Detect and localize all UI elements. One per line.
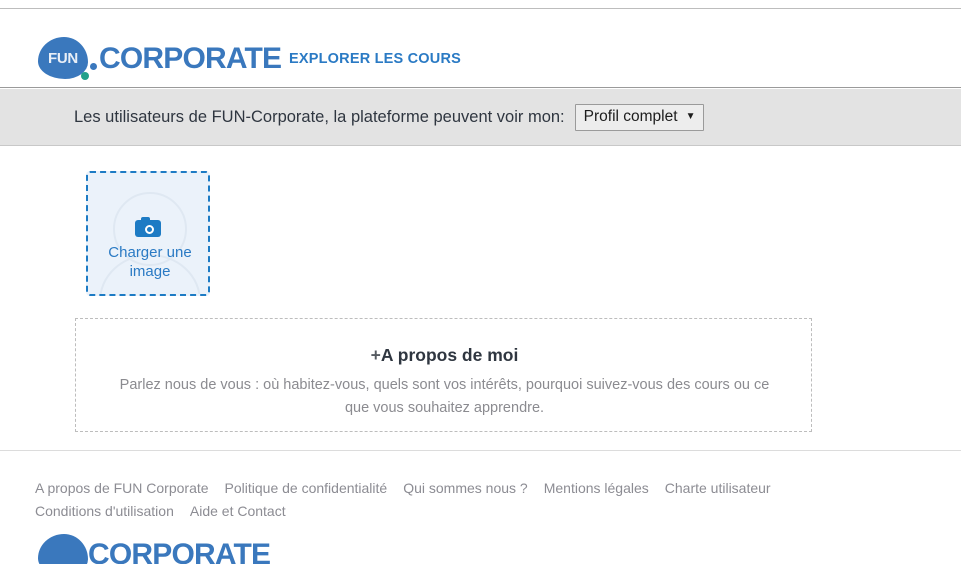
fun-logo-icon: FUN [38, 37, 92, 81]
footer-fun-logo-icon [38, 534, 88, 564]
nav-explore-courses[interactable]: EXPLORER LES COURS [289, 51, 461, 67]
footer-link-help-contact[interactable]: Aide et Contact [190, 502, 286, 521]
visibility-select-value: Profil complet [583, 107, 678, 125]
footer-link-privacy[interactable]: Politique de confidentialité [225, 479, 388, 498]
footer-links: A propos de FUN Corporate Politique de c… [35, 479, 835, 521]
footer-link-terms[interactable]: Conditions d'utilisation [35, 502, 174, 521]
profile-main: Charger une image Ajouter un Pays Ajoute… [0, 147, 961, 450]
footer-link-who-we-are[interactable]: Qui sommes nous ? [403, 479, 528, 498]
about-me-box[interactable]: +A propos de moi Parlez nous de vous : o… [75, 318, 812, 432]
profile-visibility-bar: Les utilisateurs de FUN-Corporate, la pl… [0, 89, 961, 146]
visibility-select[interactable]: Profil complet ▼ [574, 103, 705, 131]
visibility-label: Les utilisateurs de FUN-Corporate, la pl… [74, 107, 565, 126]
about-me-title-text: A propos de moi [380, 345, 519, 365]
site-footer: A propos de FUN Corporate Politique de c… [0, 451, 961, 564]
teal-dot-icon [81, 72, 89, 80]
footer-brand-logo[interactable]: CORPORATE [38, 531, 270, 564]
footer-link-legal-notice[interactable]: Mentions légales [544, 479, 649, 498]
brand-name: CORPORATE [99, 42, 282, 75]
site-header: FUN CORPORATE EXPLORER LES COURS [0, 9, 961, 88]
avatar-upload-box[interactable]: Charger une image [86, 171, 210, 296]
footer-brand-name: CORPORATE [88, 538, 271, 564]
plus-icon: + [370, 345, 381, 365]
about-me-title: +A propos de moi [76, 345, 813, 366]
page-root: FUN CORPORATE EXPLORER LES COURS Les uti… [0, 0, 961, 564]
footer-link-about[interactable]: A propos de FUN Corporate [35, 479, 209, 498]
fun-logo-text: FUN [48, 49, 78, 67]
avatar-upload-label: Charger une image [108, 244, 192, 280]
brand-logo[interactable]: FUN CORPORATE [38, 37, 282, 81]
camera-icon [135, 217, 161, 237]
footer-link-user-charter[interactable]: Charte utilisateur [665, 479, 771, 498]
about-me-description: Parlez nous de vous : où habitez-vous, q… [119, 377, 770, 416]
chevron-down-icon: ▼ [685, 111, 696, 122]
